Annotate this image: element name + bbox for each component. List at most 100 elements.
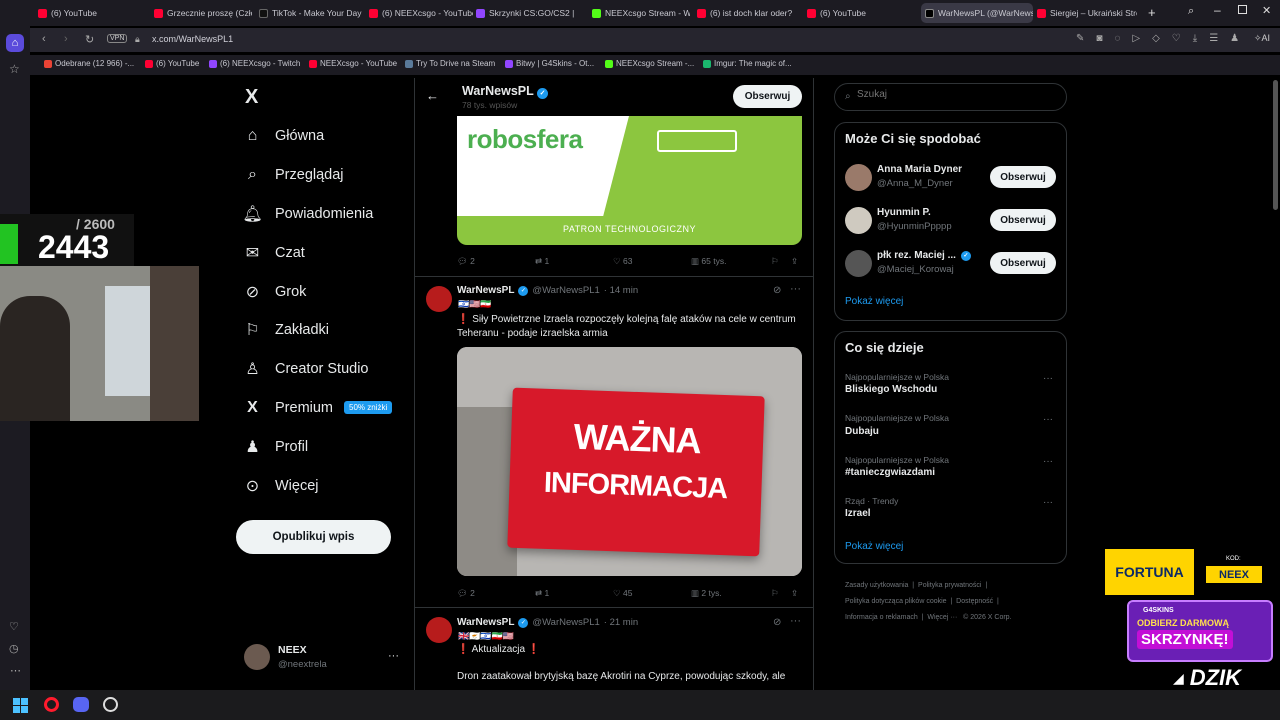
nav-profile[interactable]: ♟ Profil [244, 438, 308, 456]
sponsor-image[interactable]: robosfera PATRON TECHNOLOGICZNY [457, 116, 802, 245]
download-icon[interactable]: ⤓ [1193, 33, 1197, 44]
nav-more[interactable]: ⊙ Więcej [244, 477, 319, 495]
avatar[interactable] [845, 164, 872, 191]
nav-creator-studio[interactable]: ♙ Creator Studio [244, 360, 368, 378]
profile-icon[interactable]: ♟ [1230, 33, 1239, 44]
trend-topic[interactable]: #tanieczgwiazdami [845, 467, 935, 478]
search-box[interactable]: ⌕ [834, 83, 1067, 111]
x-logo-icon[interactable]: X [245, 86, 258, 109]
trend-topic[interactable]: Dubaju [845, 426, 879, 437]
tweet-image[interactable]: WAŻNA INFORMACJA [457, 347, 802, 576]
nav-premium[interactable]: X Premium 50% zniżki [244, 399, 393, 416]
vpn-badge[interactable]: VPN [107, 34, 128, 43]
nav-explore[interactable]: ⌕ Przeglądaj [244, 166, 344, 183]
tab[interactable]: Grzecznie proszę (Członk [154, 3, 252, 23]
footer-link[interactable]: Polityka dotycząca plików cookie [845, 598, 947, 605]
account-name[interactable]: NEEX [278, 644, 307, 656]
follow-button[interactable]: Obserwuj [733, 85, 802, 108]
tab[interactable]: (6) YouTube [38, 3, 146, 23]
minimize-icon[interactable]: – [1214, 3, 1221, 17]
nav-chat[interactable]: ✉ Czat [244, 244, 305, 262]
avatar[interactable] [845, 207, 872, 234]
share-icon[interactable]: ⇪ [791, 256, 798, 267]
suggest-name[interactable]: Hyunmin P. [877, 207, 931, 218]
follow-button[interactable]: Obserwuj [990, 166, 1056, 188]
reply-button[interactable]: 💬︎ 2 [457, 588, 475, 599]
history-icon[interactable]: ◷ [9, 642, 19, 655]
tab[interactable]: NEEXcsgo Stream - Wat [592, 3, 690, 23]
account-menu-icon[interactable]: ··· [388, 650, 399, 662]
footer-link[interactable]: Zasady użytkowania [845, 582, 908, 589]
follow-button[interactable]: Obserwuj [990, 252, 1056, 274]
avatar[interactable] [244, 644, 270, 670]
url-text[interactable]: x.com/WarNewsPL1 [152, 34, 233, 44]
close-icon[interactable]: ✕ [1262, 4, 1271, 17]
home-icon[interactable]: ⌂ [6, 34, 24, 52]
tweet-menu-icon[interactable]: ··· [790, 615, 801, 627]
heart-icon[interactable]: ♡ [9, 620, 19, 633]
bookmark[interactable]: (6) YouTube [145, 59, 199, 68]
trend-topic[interactable]: Bliskiego Wschodu [845, 384, 937, 395]
discord-icon[interactable] [73, 697, 89, 712]
tab[interactable]: TikTok - Make Your Day [259, 3, 363, 23]
maximize-icon[interactable] [1238, 5, 1247, 14]
back-icon[interactable]: ‹ [42, 33, 46, 45]
avatar[interactable] [845, 250, 872, 277]
tab[interactable]: (6) YouTube [807, 3, 907, 23]
share-icon[interactable]: ⇪ [791, 588, 798, 599]
nav-bookmarks[interactable]: ⚐ Zakładki [244, 321, 329, 339]
tab[interactable]: (6) NEEXcsgo - YouTube [369, 3, 473, 23]
windows-start-icon[interactable] [13, 698, 28, 713]
bookmark[interactable]: Try To Drive na Steam [405, 59, 495, 68]
bookmark-icon[interactable]: ⚐ [771, 588, 779, 599]
footer-link[interactable]: Dostępność [956, 598, 993, 605]
trend-menu-icon[interactable]: ··· [1043, 497, 1053, 508]
bookmark[interactable]: (6) NEEXcsgo - Twitch [209, 59, 300, 68]
footer-link[interactable]: Polityka prywatności [918, 582, 981, 589]
tab[interactable]: (6) ist doch klar oder? - [697, 3, 795, 23]
search-input[interactable] [857, 89, 1057, 100]
bookmark-icon[interactable]: ⚐ [771, 256, 779, 267]
bookmark[interactable]: NEEXcsgo Stream -... [605, 59, 694, 68]
scrollbar[interactable] [1273, 80, 1278, 210]
suggest-name[interactable]: Anna Maria Dyner [877, 164, 962, 175]
heart-icon[interactable]: ♡ [1172, 33, 1181, 44]
views-button[interactable]: ▥ 2 tys. [691, 588, 722, 599]
trend-menu-icon[interactable]: ··· [1043, 414, 1053, 425]
cube-icon[interactable]: ◇ [1152, 33, 1160, 44]
trend-topic[interactable]: Izrael [845, 508, 871, 519]
like-button[interactable]: ♡ 63 [613, 256, 632, 267]
bookmark[interactable]: Odebrane (12 966) -... [44, 59, 134, 68]
forward-icon[interactable]: › [64, 33, 68, 45]
bookmark[interactable]: Imgur: The magic of... [703, 59, 792, 68]
obs-icon[interactable] [103, 697, 118, 712]
publish-button[interactable]: Opublikuj wpis [236, 520, 391, 554]
footer-link[interactable]: Informacja o reklamach [845, 614, 918, 621]
back-arrow-icon[interactable]: ← [426, 88, 439, 103]
search-icon[interactable]: ⌕ [1188, 5, 1194, 18]
like-button[interactable]: ♡ 45 [613, 588, 632, 599]
opera-taskbar-icon[interactable] [44, 697, 59, 712]
play-icon[interactable]: ▷ [1132, 33, 1140, 44]
show-more-link[interactable]: Pokaż więcej [845, 541, 903, 552]
grok-icon[interactable]: ⊘ [773, 285, 781, 296]
bookmark[interactable]: NEEXcsgo - YouTube [309, 59, 397, 68]
suggest-name-row[interactable]: płk rez. Maciej ... ✓ [877, 250, 971, 261]
footer-link[interactable]: Więcej ··· [927, 614, 957, 621]
edit-icon[interactable]: ✎ [1076, 33, 1084, 44]
ai-button[interactable]: ✧AI [1254, 33, 1270, 44]
camera-icon[interactable]: ◙ [1096, 33, 1102, 44]
views-button[interactable]: ▥ 65 tys. [691, 256, 726, 267]
nav-notifications[interactable]: 🔔︎ Powiadomienia [242, 205, 373, 223]
avatar[interactable] [426, 617, 452, 643]
shield-icon[interactable]: ◌ [1114, 33, 1120, 44]
repost-button[interactable]: ⇄ 1 [535, 588, 549, 599]
avatar[interactable] [426, 286, 452, 312]
reply-button[interactable]: 💬︎ 2 [457, 256, 475, 267]
new-tab-icon[interactable]: + [1148, 5, 1156, 20]
tab-active[interactable]: WarNewsPL (@WarNewsPL [921, 3, 1033, 23]
show-more-link[interactable]: Pokaż więcej [845, 296, 903, 307]
trend-menu-icon[interactable]: ··· [1043, 373, 1053, 384]
tweet-menu-icon[interactable]: ··· [790, 283, 801, 295]
star-icon[interactable]: ☆ [9, 62, 20, 76]
